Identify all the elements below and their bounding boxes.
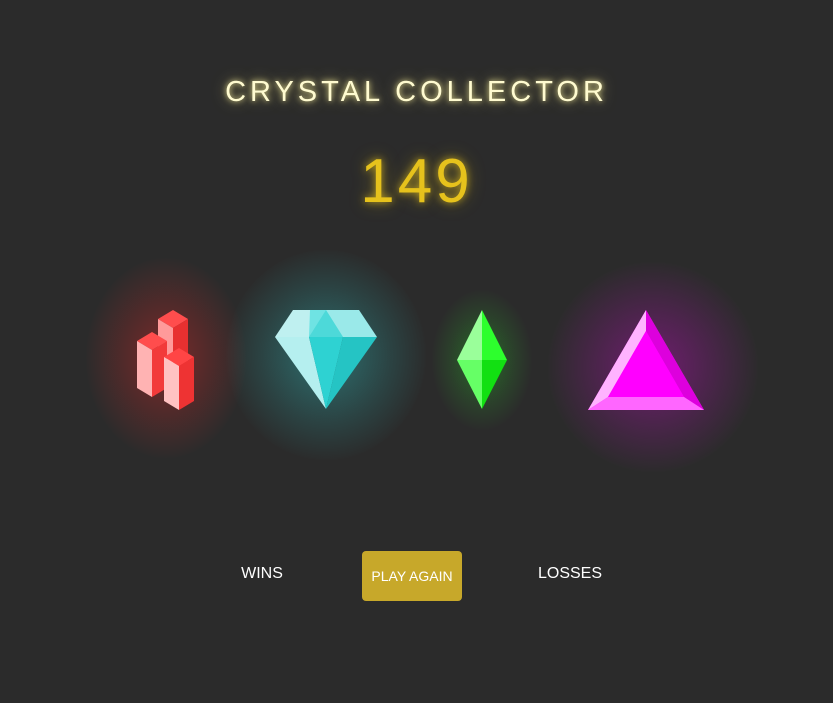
magenta-crystal-button[interactable] <box>588 310 705 411</box>
cyan-diamond-icon <box>275 310 377 409</box>
red-crystal-cluster-icon <box>137 310 194 410</box>
magenta-pyramid-icon <box>588 310 704 410</box>
wins-label: WINS <box>241 565 283 582</box>
target-score: 149 <box>360 147 473 216</box>
game-title: CRYSTAL COLLECTOR <box>225 76 608 108</box>
green-crystal-button[interactable] <box>457 310 508 410</box>
cyan-crystal-button[interactable] <box>275 310 378 410</box>
play-again-button[interactable]: PLAY AGAIN <box>362 551 462 601</box>
red-crystal-button[interactable] <box>136 309 196 411</box>
green-gem-icon <box>457 310 507 409</box>
losses-label: LOSSES <box>537 565 603 582</box>
